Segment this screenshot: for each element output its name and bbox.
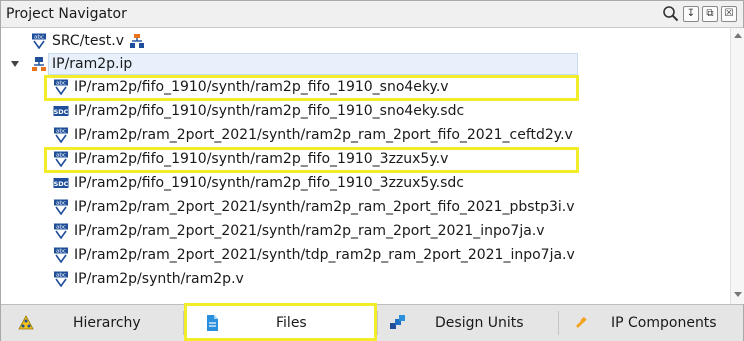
top-level-entity-icon (129, 33, 145, 49)
svg-text:abc: abc (56, 249, 66, 255)
project-navigator-panel: Project Navigator ↧ ⧉ ☒ abc SRC/test.v I… (0, 0, 744, 341)
highlight-box (44, 75, 579, 101)
sdc-file-icon: SDC (53, 103, 69, 119)
tree-row-label: SRC/test.v (52, 33, 125, 49)
svg-text:abc: abc (56, 273, 66, 279)
panel-title-controls: ↧ ⧉ ☒ (662, 5, 737, 23)
tree-row-file[interactable]: abc IP/ram2p/ram_2port_2021/synth/tdp_ra… (53, 244, 575, 266)
verilog-file-icon: abc (31, 33, 47, 49)
tab-design-units[interactable]: Design Units (378, 305, 558, 341)
tab-label: IP Components (611, 315, 717, 331)
tree-row-file[interactable]: abc IP/ram2p/synth/ram2p.v (53, 268, 244, 290)
highlight-box (44, 147, 579, 173)
svg-text:abc: abc (56, 225, 66, 231)
tree-row-ip-ram2p[interactable]: IP/ram2p.ip (31, 53, 132, 75)
verilog-file-icon: abc (53, 247, 69, 263)
tree-row-label: IP/ram2p/synth/ram2p.v (74, 271, 244, 287)
verilog-file-icon: abc (53, 271, 69, 287)
tree-row-src-test-v[interactable]: abc SRC/test.v (31, 30, 145, 52)
tree-row-file[interactable]: abc IP/ram2p/ram_2port_2021/synth/ram2p_… (53, 196, 575, 218)
verilog-file-icon: abc (53, 127, 69, 143)
ip-components-icon (572, 314, 590, 332)
tree-row-file[interactable]: abc IP/ram2p/ram_2port_2021/synth/ram2p_… (53, 220, 545, 242)
tab-ip-components[interactable]: IP Components (559, 305, 743, 341)
tree-row-label: IP/ram2p/ram_2port_2021/synth/tdp_ram2p_… (74, 247, 575, 263)
svg-text:abc: abc (56, 201, 66, 207)
expand-arrow-icon[interactable] (11, 61, 19, 67)
tree-row-label: IP/ram2p/fifo_1910/synth/ram2p_fifo_1910… (74, 175, 464, 191)
hierarchy-icon (17, 314, 35, 332)
panel-title: Project Navigator (6, 6, 127, 22)
tree-row-file[interactable]: abc IP/ram2p/ram_2port_2021/synth/ram2p_… (53, 124, 573, 146)
tree-row-file[interactable]: SDC IP/ram2p/fifo_1910/synth/ram2p_fifo_… (53, 172, 464, 194)
svg-text:abc: abc (34, 35, 44, 41)
tree-row-label: IP/ram2p/ram_2port_2021/synth/ram2p_ram_… (74, 199, 575, 215)
svg-text:SDC: SDC (54, 180, 69, 188)
ip-module-icon (31, 56, 47, 72)
tree-row-file[interactable]: SDC IP/ram2p/fifo_1910/synth/ram2p_fifo_… (53, 100, 464, 122)
highlight-box (184, 303, 377, 341)
design-units-icon (388, 314, 406, 332)
verilog-file-icon: abc (53, 199, 69, 215)
tab-label: Design Units (435, 315, 524, 331)
tree-row-label: IP/ram2p.ip (52, 56, 133, 72)
scroll-up-arrow-icon[interactable] (734, 33, 742, 38)
restore-icon[interactable]: ⧉ (702, 6, 718, 22)
tree-row-label: IP/ram2p/fifo_1910/synth/ram2p_fifo_1910… (74, 103, 465, 119)
tree-row-label: IP/ram2p/ram_2port_2021/synth/ram2p_ram_… (74, 223, 545, 239)
sdc-file-icon: SDC (53, 175, 69, 191)
scroll-down-arrow-icon[interactable] (734, 292, 742, 297)
pin-icon[interactable]: ↧ (683, 6, 699, 22)
tab-hierarchy[interactable]: Hierarchy (1, 305, 183, 341)
close-icon[interactable]: ☒ (721, 6, 737, 22)
svg-text:SDC: SDC (54, 108, 69, 116)
svg-text:abc: abc (56, 129, 66, 135)
tab-label: Hierarchy (73, 315, 141, 331)
file-tree: abc SRC/test.v IP/ram2p.ip abc IP/ram2p/… (1, 28, 729, 291)
search-icon[interactable] (662, 5, 680, 23)
panel-titlebar: Project Navigator ↧ ⧉ ☒ (1, 1, 743, 28)
tree-row-label: IP/ram2p/ram_2port_2021/synth/ram2p_ram_… (74, 127, 573, 143)
vertical-scrollbar[interactable] (730, 28, 744, 304)
verilog-file-icon: abc (53, 223, 69, 239)
